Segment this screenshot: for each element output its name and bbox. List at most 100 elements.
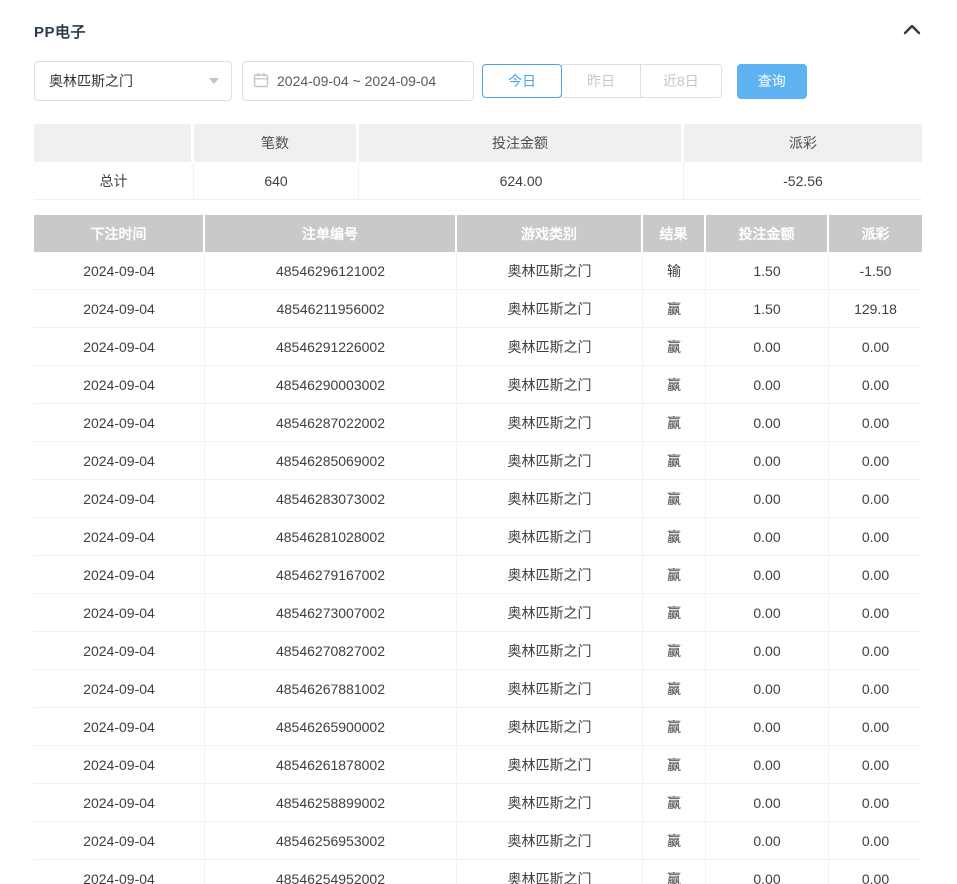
total-count: 640 bbox=[194, 162, 359, 200]
chevron-up-icon bbox=[902, 22, 922, 41]
game-type-cell: 奥林匹斯之门 bbox=[457, 784, 643, 822]
summary-header-row: 笔数 投注金额 派彩 bbox=[34, 124, 922, 162]
table-row: 2024-09-04 48546265900002 奥林匹斯之门 赢 0.00 … bbox=[34, 708, 922, 746]
payout-cell: -1.50 bbox=[829, 252, 922, 290]
page-title: PP电子 bbox=[34, 21, 86, 42]
table-row: 2024-09-04 48546296121002 奥林匹斯之门 输 1.50 … bbox=[34, 252, 922, 290]
summary-table: 笔数 投注金额 派彩 总计 640 624.00 -52.56 bbox=[34, 124, 922, 200]
payout-cell: 0.00 bbox=[829, 670, 922, 708]
result-cell: 赢 bbox=[643, 328, 706, 366]
bet-time-cell: 2024-09-04 bbox=[34, 290, 205, 328]
today-button[interactable]: 今日 bbox=[482, 64, 562, 98]
payout-cell: 0.00 bbox=[829, 366, 922, 404]
total-label: 总计 bbox=[34, 162, 194, 200]
bet-id-cell: 48546211956002 bbox=[205, 290, 457, 328]
last-8-days-button[interactable]: 近8日 bbox=[640, 64, 722, 98]
result-cell: 赢 bbox=[643, 670, 706, 708]
bet-id-cell: 48546256953002 bbox=[205, 822, 457, 860]
table-row: 2024-09-04 48546267881002 奥林匹斯之门 赢 0.00 … bbox=[34, 670, 922, 708]
bet-id-cell: 48546287022002 bbox=[205, 404, 457, 442]
payout-cell: 0.00 bbox=[829, 328, 922, 366]
summary-header-blank bbox=[34, 124, 194, 162]
result-cell: 赢 bbox=[643, 480, 706, 518]
bet-id-cell: 48546296121002 bbox=[205, 252, 457, 290]
game-type-cell: 奥林匹斯之门 bbox=[457, 290, 643, 328]
game-type-cell: 奥林匹斯之门 bbox=[457, 860, 643, 884]
table-row: 2024-09-04 48546285069002 奥林匹斯之门 赢 0.00 … bbox=[34, 442, 922, 480]
bet-id-cell: 48546261878002 bbox=[205, 746, 457, 784]
bet-time-cell: 2024-09-04 bbox=[34, 366, 205, 404]
date-range-input[interactable]: 2024-09-04 ~ 2024-09-04 bbox=[242, 61, 474, 101]
result-cell: 赢 bbox=[643, 556, 706, 594]
bet-time-cell: 2024-09-04 bbox=[34, 518, 205, 556]
bet-id-cell: 48546267881002 bbox=[205, 670, 457, 708]
payout-cell: 0.00 bbox=[829, 708, 922, 746]
bet-time-cell: 2024-09-04 bbox=[34, 632, 205, 670]
col-bet-time: 下注时间 bbox=[34, 215, 205, 252]
bet-time-cell: 2024-09-04 bbox=[34, 442, 205, 480]
table-row: 2024-09-04 48546254952002 奥林匹斯之门 赢 0.00 … bbox=[34, 860, 922, 884]
payout-cell: 0.00 bbox=[829, 822, 922, 860]
bet-id-cell: 48546291226002 bbox=[205, 328, 457, 366]
result-cell: 赢 bbox=[643, 784, 706, 822]
table-row: 2024-09-04 48546290003002 奥林匹斯之门 赢 0.00 … bbox=[34, 366, 922, 404]
table-row: 2024-09-04 48546258899002 奥林匹斯之门 赢 0.00 … bbox=[34, 784, 922, 822]
payout-cell: 0.00 bbox=[829, 860, 922, 884]
result-cell: 赢 bbox=[643, 518, 706, 556]
table-row: 2024-09-04 48546256953002 奥林匹斯之门 赢 0.00 … bbox=[34, 822, 922, 860]
table-row: 2024-09-04 48546273007002 奥林匹斯之门 赢 0.00 … bbox=[34, 594, 922, 632]
payout-cell: 129.18 bbox=[829, 290, 922, 328]
table-row: 2024-09-04 48546291226002 奥林匹斯之门 赢 0.00 … bbox=[34, 328, 922, 366]
result-cell: 赢 bbox=[643, 632, 706, 670]
bet-time-cell: 2024-09-04 bbox=[34, 404, 205, 442]
table-row: 2024-09-04 48546261878002 奥林匹斯之门 赢 0.00 … bbox=[34, 746, 922, 784]
result-cell: 输 bbox=[643, 252, 706, 290]
bet-amount-cell: 0.00 bbox=[706, 784, 829, 822]
game-type-cell: 奥林匹斯之门 bbox=[457, 442, 643, 480]
table-row: 2024-09-04 48546279167002 奥林匹斯之门 赢 0.00 … bbox=[34, 556, 922, 594]
bet-amount-cell: 0.00 bbox=[706, 366, 829, 404]
game-type-cell: 奥林匹斯之门 bbox=[457, 328, 643, 366]
bet-id-cell: 48546290003002 bbox=[205, 366, 457, 404]
game-type-cell: 奥林匹斯之门 bbox=[457, 252, 643, 290]
bet-id-cell: 48546270827002 bbox=[205, 632, 457, 670]
bet-id-cell: 48546279167002 bbox=[205, 556, 457, 594]
bet-time-cell: 2024-09-04 bbox=[34, 670, 205, 708]
bet-amount-cell: 0.00 bbox=[706, 480, 829, 518]
bet-id-cell: 48546265900002 bbox=[205, 708, 457, 746]
game-type-cell: 奥林匹斯之门 bbox=[457, 822, 643, 860]
table-row: 2024-09-04 48546270827002 奥林匹斯之门 赢 0.00 … bbox=[34, 632, 922, 670]
date-range-value: 2024-09-04 ~ 2024-09-04 bbox=[277, 73, 436, 89]
bet-table-body: 2024-09-04 48546296121002 奥林匹斯之门 输 1.50 … bbox=[34, 252, 922, 884]
bet-amount-cell: 0.00 bbox=[706, 708, 829, 746]
result-cell: 赢 bbox=[643, 404, 706, 442]
bet-time-cell: 2024-09-04 bbox=[34, 252, 205, 290]
bet-amount-cell: 0.00 bbox=[706, 442, 829, 480]
game-type-cell: 奥林匹斯之门 bbox=[457, 670, 643, 708]
game-type-cell: 奥林匹斯之门 bbox=[457, 594, 643, 632]
game-type-cell: 奥林匹斯之门 bbox=[457, 632, 643, 670]
filter-bar: 奥林匹斯之门 2024-09-04 ~ 2024-09-04 今日 昨日 近8日… bbox=[34, 61, 922, 101]
payout-cell: 0.00 bbox=[829, 480, 922, 518]
bet-amount-cell: 0.00 bbox=[706, 594, 829, 632]
payout-cell: 0.00 bbox=[829, 594, 922, 632]
bet-id-cell: 48546285069002 bbox=[205, 442, 457, 480]
bet-records-table: 下注时间 注单编号 游戏类别 结果 投注金额 派彩 2024-09-04 485… bbox=[34, 215, 922, 884]
payout-cell: 0.00 bbox=[829, 784, 922, 822]
bet-time-cell: 2024-09-04 bbox=[34, 860, 205, 884]
yesterday-button[interactable]: 昨日 bbox=[561, 64, 641, 98]
col-game-type: 游戏类别 bbox=[457, 215, 643, 252]
game-select-value: 奥林匹斯之门 bbox=[49, 71, 133, 91]
search-button[interactable]: 查询 bbox=[737, 64, 807, 99]
bet-amount-cell: 0.00 bbox=[706, 746, 829, 784]
game-type-cell: 奥林匹斯之门 bbox=[457, 708, 643, 746]
result-cell: 赢 bbox=[643, 442, 706, 480]
bet-time-cell: 2024-09-04 bbox=[34, 784, 205, 822]
collapse-button[interactable] bbox=[902, 22, 922, 41]
bet-amount-cell: 0.00 bbox=[706, 556, 829, 594]
bet-id-cell: 48546254952002 bbox=[205, 860, 457, 884]
bet-time-cell: 2024-09-04 bbox=[34, 328, 205, 366]
game-type-cell: 奥林匹斯之门 bbox=[457, 480, 643, 518]
col-result: 结果 bbox=[643, 215, 706, 252]
game-select[interactable]: 奥林匹斯之门 bbox=[34, 61, 232, 101]
